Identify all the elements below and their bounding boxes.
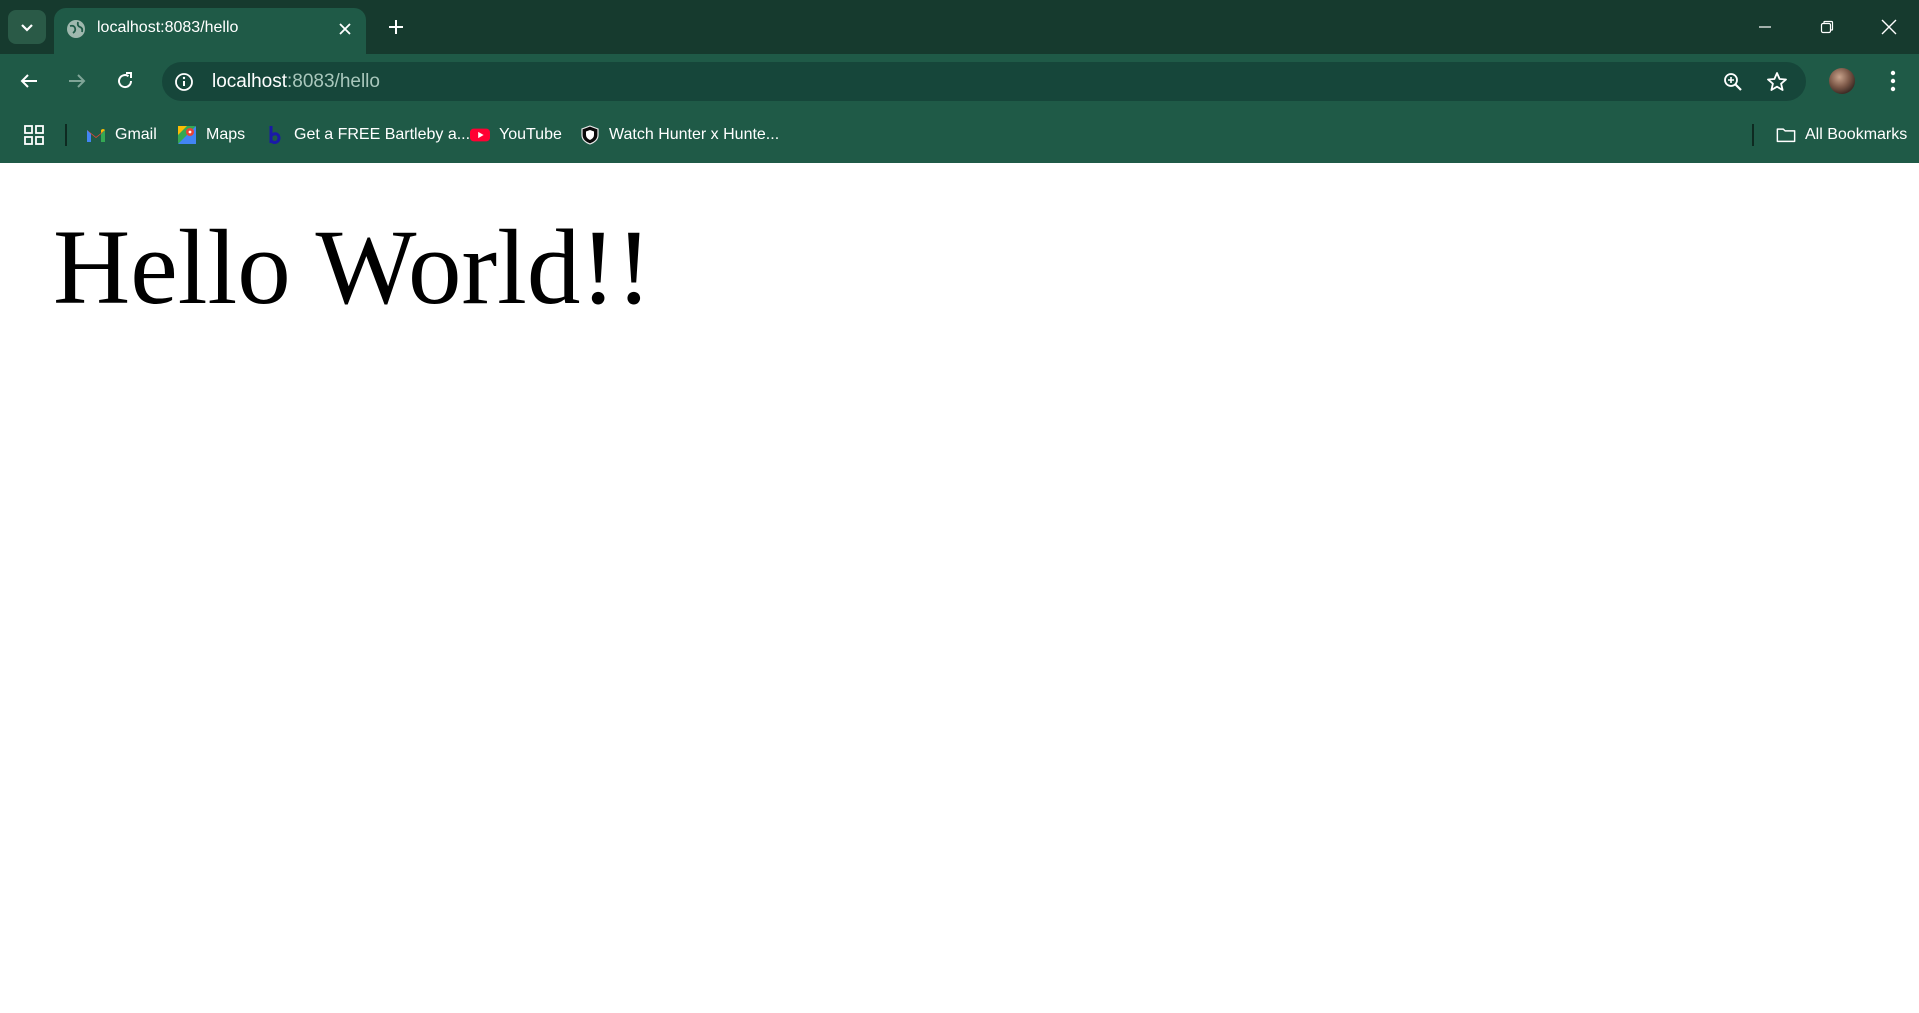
- reload-icon: [118, 72, 133, 89]
- minimize-icon: [1759, 26, 1771, 28]
- bookmark-label: Gmail: [115, 126, 157, 143]
- bartleby-icon: [265, 125, 285, 145]
- plus-icon: [389, 20, 403, 34]
- bookmark-label: Maps: [206, 126, 246, 143]
- browser-menu-button[interactable]: [1876, 62, 1910, 100]
- tab-close-button[interactable]: [334, 18, 356, 40]
- bookmark-hunter[interactable]: Watch Hunter x Hunte...: [580, 121, 779, 149]
- forward-button[interactable]: [58, 62, 96, 100]
- bookmark-maps[interactable]: Maps: [177, 121, 245, 149]
- shield-icon: [580, 125, 600, 145]
- more-vertical-icon: [1890, 70, 1896, 92]
- address-bar[interactable]: localhost:8083/hello: [162, 62, 1806, 101]
- apps-grid-icon: [24, 125, 44, 145]
- page-heading: Hello World!!: [53, 209, 652, 327]
- reload-button[interactable]: [106, 62, 144, 100]
- page-content: Hello World!!: [0, 163, 1919, 1013]
- restore-button[interactable]: [1804, 8, 1850, 46]
- bookmark-label: YouTube: [499, 126, 562, 143]
- close-icon: [1881, 19, 1897, 35]
- zoom-button[interactable]: [1718, 67, 1748, 97]
- close-window-button[interactable]: [1866, 8, 1912, 46]
- url-host: localhost: [212, 71, 287, 92]
- maps-icon: [177, 125, 197, 145]
- youtube-icon: [470, 125, 490, 145]
- all-bookmarks-label: All Bookmarks: [1805, 126, 1908, 143]
- arrow-left-icon: [20, 74, 37, 88]
- bookmarks-divider: [65, 124, 67, 146]
- bookmark-gmail[interactable]: Gmail: [86, 121, 157, 149]
- bookmark-label: Watch Hunter x Hunte...: [609, 126, 780, 143]
- apps-button[interactable]: [24, 121, 44, 149]
- url-path: :8083/hello: [287, 71, 380, 92]
- profile-avatar[interactable]: [1829, 68, 1855, 94]
- bookmarks-bar: Gmail Maps Get a FREE Bartleby a... YouT…: [0, 107, 1919, 163]
- all-bookmarks-button[interactable]: All Bookmarks: [1776, 121, 1907, 149]
- bookmarks-divider: [1752, 124, 1754, 146]
- bookmark-label: Get a FREE Bartleby a...: [294, 126, 471, 143]
- chevron-down-icon: [21, 24, 33, 32]
- url-text[interactable]: localhost:8083/hello: [212, 71, 380, 93]
- bookmark-star-button[interactable]: [1762, 67, 1792, 97]
- arrow-right-icon: [69, 74, 86, 88]
- minimize-button[interactable]: [1742, 8, 1788, 46]
- star-icon: [1767, 72, 1787, 91]
- bookmark-bartleby[interactable]: Get a FREE Bartleby a...: [265, 121, 470, 149]
- back-button[interactable]: [10, 62, 48, 100]
- new-tab-button[interactable]: [381, 12, 411, 42]
- info-icon: [175, 73, 193, 91]
- zoom-in-icon: [1724, 73, 1742, 91]
- restore-icon: [1820, 20, 1834, 34]
- folder-icon: [1776, 125, 1796, 145]
- site-info-button[interactable]: [170, 68, 198, 96]
- bookmark-youtube[interactable]: YouTube: [470, 121, 562, 149]
- globe-icon: [67, 20, 85, 38]
- gmail-icon: [86, 125, 106, 145]
- active-tab[interactable]: localhost:8083/hello: [54, 8, 366, 54]
- close-icon: [339, 23, 351, 35]
- tab-strip: localhost:8083/hello: [0, 0, 1919, 54]
- tab-title: localhost:8083/hello: [97, 19, 239, 36]
- navigation-toolbar: localhost:8083/hello: [0, 54, 1919, 107]
- tab-search-button[interactable]: [8, 10, 46, 44]
